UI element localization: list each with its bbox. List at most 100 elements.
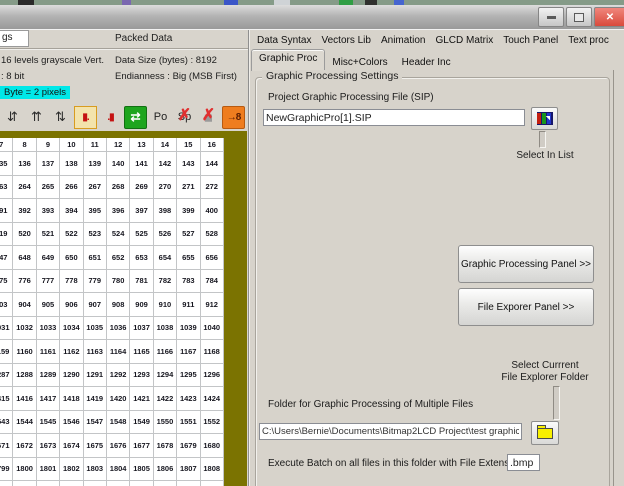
table-cell[interactable]: 136: [12, 151, 37, 176]
table-cell[interactable]: 400: [199, 198, 224, 223]
table-cell[interactable]: 779: [82, 268, 107, 293]
shift-8-icon[interactable]: →8: [222, 105, 245, 129]
table-cell[interactable]: 264: [12, 174, 37, 199]
reorder-vertical-icon[interactable]: ⇵: [2, 107, 23, 128]
table-cell[interactable]: 521: [35, 221, 61, 246]
table-cell[interactable]: 524: [105, 221, 131, 246]
table-cell[interactable]: 527: [176, 221, 201, 246]
table-cell[interactable]: 1935: [176, 480, 201, 486]
table-cell[interactable]: 656: [199, 245, 224, 270]
table-cell[interactable]: 1928: [12, 480, 37, 486]
table-cell[interactable]: 14: [152, 138, 178, 152]
table-cell[interactable]: 1801: [35, 456, 61, 481]
table-cell[interactable]: 1296: [199, 362, 224, 387]
table-cell[interactable]: 267: [82, 174, 107, 199]
table-cell[interactable]: 1035: [82, 315, 107, 340]
table-cell[interactable]: 10: [59, 138, 84, 152]
table-cell[interactable]: 903: [0, 292, 14, 317]
table-cell[interactable]: 525: [129, 221, 154, 246]
table-cell[interactable]: 141: [129, 151, 154, 176]
table-cell[interactable]: 911: [176, 292, 201, 317]
table-cell[interactable]: 142: [152, 151, 178, 176]
table-cell[interactable]: 909: [129, 292, 154, 317]
table-cell[interactable]: 1422: [152, 386, 178, 411]
sp-disabled-icon[interactable]: Sp ✗: [174, 107, 195, 128]
table-cell[interactable]: 519: [0, 221, 14, 246]
table-cell[interactable]: 1679: [176, 433, 201, 458]
table-cell[interactable]: 1675: [82, 433, 107, 458]
tab-misc-colors[interactable]: Misc+Colors: [325, 54, 394, 71]
table-cell[interactable]: 1164: [105, 339, 131, 364]
table-cell[interactable]: 906: [59, 292, 84, 317]
table-cell[interactable]: 13: [129, 138, 154, 152]
table-cell[interactable]: 1167: [176, 339, 201, 364]
table-cell[interactable]: 16: [199, 138, 224, 152]
table-cell[interactable]: 12: [105, 138, 131, 152]
table-cell[interactable]: 11: [82, 138, 107, 152]
table-cell[interactable]: 782: [152, 268, 178, 293]
table-cell[interactable]: 1674: [59, 433, 84, 458]
table-cell[interactable]: 651: [82, 245, 107, 270]
table-cell[interactable]: 1291: [82, 362, 107, 387]
table-cell[interactable]: 397: [129, 198, 154, 223]
table-cell[interactable]: 1550: [152, 409, 178, 434]
table-cell[interactable]: 1543: [0, 409, 14, 434]
table-cell[interactable]: 144: [199, 151, 224, 176]
table-cell[interactable]: 1040: [199, 315, 224, 340]
table-cell[interactable]: 648: [12, 245, 37, 270]
tab-header-inc[interactable]: Header Inc: [395, 54, 458, 71]
tab-glcd-matrix[interactable]: GLCD Matrix: [430, 33, 498, 48]
table-cell[interactable]: 783: [176, 268, 201, 293]
table-cell[interactable]: 7: [0, 138, 14, 152]
table-cell[interactable]: 140: [105, 151, 131, 176]
table-cell[interactable]: 399: [176, 198, 201, 223]
table-cell[interactable]: 523: [82, 221, 107, 246]
arrows-up-icon[interactable]: ⇈: [26, 107, 47, 128]
table-cell[interactable]: 1800: [12, 456, 37, 481]
tab-touch-panel[interactable]: Touch Panel: [498, 33, 563, 48]
table-cell[interactable]: 1166: [152, 339, 178, 364]
table-cell[interactable]: 1163: [82, 339, 107, 364]
table-cell[interactable]: 1420: [105, 386, 131, 411]
table-cell[interactable]: 1032: [12, 315, 37, 340]
table-cell[interactable]: 1932: [105, 480, 131, 486]
table-cell[interactable]: 1037: [129, 315, 154, 340]
table-cell[interactable]: 263: [0, 174, 14, 199]
swap-vertical-icon[interactable]: ⇅: [50, 107, 71, 128]
table-cell[interactable]: 9: [35, 138, 61, 152]
table-cell[interactable]: 1930: [59, 480, 84, 486]
table-cell[interactable]: 1552: [199, 409, 224, 434]
table-cell[interactable]: 392: [12, 198, 37, 223]
table-cell[interactable]: 522: [59, 221, 84, 246]
table-cell[interactable]: 1808: [199, 456, 224, 481]
table-cell[interactable]: 270: [152, 174, 178, 199]
maximize-button[interactable]: [566, 7, 592, 27]
table-cell[interactable]: 391: [0, 198, 14, 223]
table-cell[interactable]: 398: [152, 198, 178, 223]
table-cell[interactable]: 1034: [59, 315, 84, 340]
table-cell[interactable]: 139: [82, 151, 107, 176]
table-cell[interactable]: 777: [35, 268, 61, 293]
table-cell[interactable]: 1031: [0, 315, 14, 340]
swap-bytes-icon[interactable]: ⇄: [124, 105, 147, 129]
table-cell[interactable]: 1165: [129, 339, 154, 364]
tab-animation[interactable]: Animation: [376, 33, 430, 48]
table-cell[interactable]: 776: [12, 268, 37, 293]
settings-tab-partial[interactable]: gs: [0, 30, 29, 47]
table-cell[interactable]: 652: [105, 245, 131, 270]
po-icon[interactable]: Po: [150, 107, 171, 128]
table-cell[interactable]: 1807: [176, 456, 201, 481]
table-cell[interactable]: 1288: [12, 362, 37, 387]
table-cell[interactable]: 655: [176, 245, 201, 270]
table-cell[interactable]: 1418: [59, 386, 84, 411]
tab-graphic-proc[interactable]: Graphic Proc: [251, 49, 326, 71]
table-cell[interactable]: 908: [105, 292, 131, 317]
table-cell[interactable]: 1933: [129, 480, 154, 486]
table-cell[interactable]: 1417: [35, 386, 61, 411]
table-cell[interactable]: 143: [176, 151, 201, 176]
table-cell[interactable]: 1421: [129, 386, 154, 411]
table-cell[interactable]: 8: [12, 138, 37, 152]
file-extension-input[interactable]: [507, 454, 540, 471]
tab-data-syntax[interactable]: Data Syntax: [252, 33, 316, 48]
table-cell[interactable]: 649: [35, 245, 61, 270]
